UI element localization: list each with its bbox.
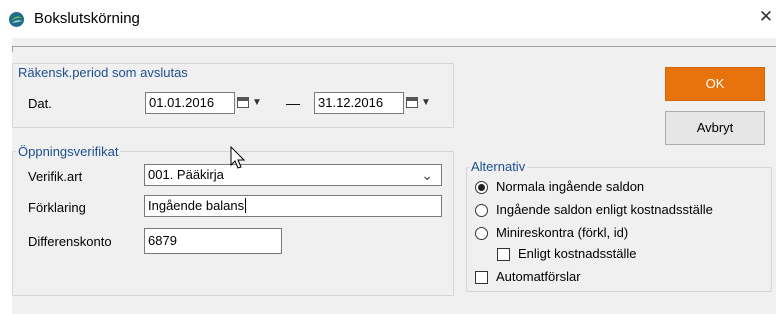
chevron-down-icon: ▼ — [252, 97, 262, 108]
diff-account-input[interactable]: 6879 — [144, 228, 282, 254]
verif-type-label: Verifik.art — [28, 169, 83, 184]
calendar-icon — [237, 97, 249, 108]
verif-type-value: 001. Pääkirja — [148, 167, 224, 182]
dialog-body: Räkensk.period som avslutas Dat. 01.01.2… — [12, 38, 776, 314]
diff-account-value: 6879 — [148, 233, 177, 248]
radio-normal-label: Normala ingående saldon — [496, 179, 645, 194]
radio-normal-balances[interactable] — [475, 181, 488, 194]
diff-account-label: Differenskonto — [28, 234, 112, 249]
ok-label: OK — [705, 76, 725, 91]
cancel-label: Avbryt — [696, 120, 734, 135]
window-title: Bokslutskörning — [34, 10, 140, 27]
from-date-value: 01.01.2016 — [149, 95, 215, 110]
top-divider — [12, 46, 776, 52]
explanation-input[interactable]: Ingående balans — [144, 195, 442, 217]
options-group-legend: Alternativ — [469, 159, 528, 174]
checkbox-by-costcenter-label: Enligt kostnadsställe — [518, 246, 637, 261]
date-range-separator: — — [286, 95, 300, 111]
mouse-cursor-icon — [230, 146, 246, 169]
explanation-value: Ingående balans — [148, 198, 245, 213]
checkbox-by-costcenter[interactable] — [497, 248, 510, 261]
close-button[interactable]: ✕ — [756, 6, 776, 28]
from-date-calendar-button[interactable]: ▼ — [233, 92, 271, 114]
period-group-legend: Räkensk.period som avslutas — [16, 65, 190, 80]
title-bar: Bokslutskörning ✕ — [0, 0, 776, 38]
to-date-input[interactable]: 31.12.2016 — [314, 92, 404, 114]
radio-costcenter-balances[interactable] — [475, 204, 488, 217]
radio-subledger-label: Minireskontra (förkl, id) — [496, 225, 629, 240]
explanation-label: Förklaring — [28, 200, 86, 215]
opening-group-legend: Öppningsverifikat — [16, 144, 121, 159]
cancel-button[interactable]: Avbryt — [665, 111, 765, 145]
chevron-down-icon: ⌄ — [421, 167, 433, 183]
date-label: Dat. — [28, 96, 52, 111]
ok-button[interactable]: OK — [665, 67, 765, 101]
to-date-calendar-button[interactable]: ▼ — [402, 92, 440, 114]
checkbox-auto-suggestions[interactable] — [475, 271, 488, 284]
radio-subledger[interactable] — [475, 227, 488, 240]
calendar-icon — [406, 97, 418, 108]
close-icon: ✕ — [758, 7, 774, 27]
chevron-down-icon: ▼ — [421, 97, 431, 108]
checkbox-auto-label: Automatförslar — [496, 269, 581, 284]
to-date-value: 31.12.2016 — [318, 95, 384, 110]
verif-type-select[interactable]: 001. Pääkirja ⌄ — [144, 164, 442, 186]
app-logo-icon — [9, 12, 24, 27]
radio-costcenter-label: Ingående saldon enligt kostnadsställe — [496, 202, 713, 217]
from-date-input[interactable]: 01.01.2016 — [145, 92, 235, 114]
